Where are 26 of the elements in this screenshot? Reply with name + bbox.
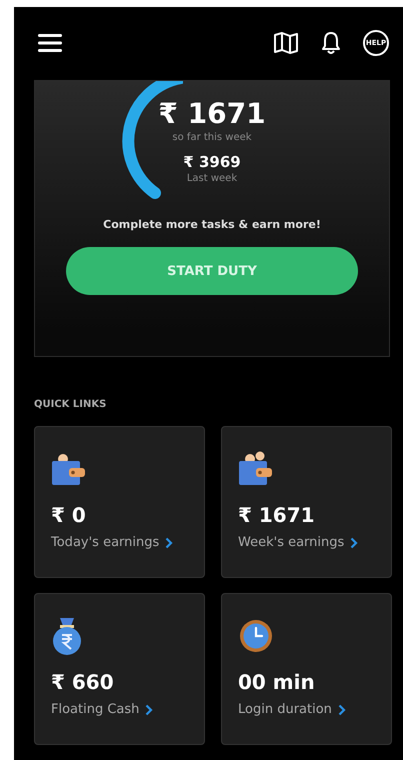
card-value: ₹ 0: [51, 503, 86, 527]
section-title: QUICK LINKS: [34, 399, 108, 410]
card-value: ₹ 1671: [238, 503, 315, 527]
chevron-icon: [338, 704, 346, 716]
quick-link-card[interactable]: ₹ 660 Floating Cash: [34, 593, 205, 745]
bell-icon[interactable]: [321, 31, 341, 55]
quick-link-card[interactable]: 00 min Login duration: [221, 593, 392, 745]
chevron-icon: [350, 536, 358, 548]
week-amount: ₹ 1671: [158, 97, 266, 130]
quick-link-card[interactable]: ₹ 1671 Week's earnings: [221, 426, 392, 578]
menu-icon[interactable]: [38, 33, 62, 53]
money-bag-icon: [51, 616, 83, 656]
map-icon[interactable]: [273, 31, 299, 55]
prompt-text: Complete more tasks & earn more!: [103, 218, 321, 231]
chevron-icon: [145, 704, 154, 716]
card-value: 00 min: [238, 670, 315, 694]
last-week-amount: ₹ 3969: [183, 153, 241, 171]
card-label: Floating Cash: [51, 702, 140, 717]
chevron-icon: [165, 536, 174, 548]
card-label: Login duration: [238, 702, 332, 717]
week-caption: so far this week: [172, 132, 252, 143]
card-value: ₹ 660: [51, 670, 114, 694]
card-label: Today's earnings: [51, 535, 160, 550]
card-label: Week's earnings: [238, 535, 344, 550]
quick-link-card[interactable]: ₹ 0 Today's earnings: [34, 426, 205, 578]
last-week-caption: Last week: [186, 173, 238, 184]
